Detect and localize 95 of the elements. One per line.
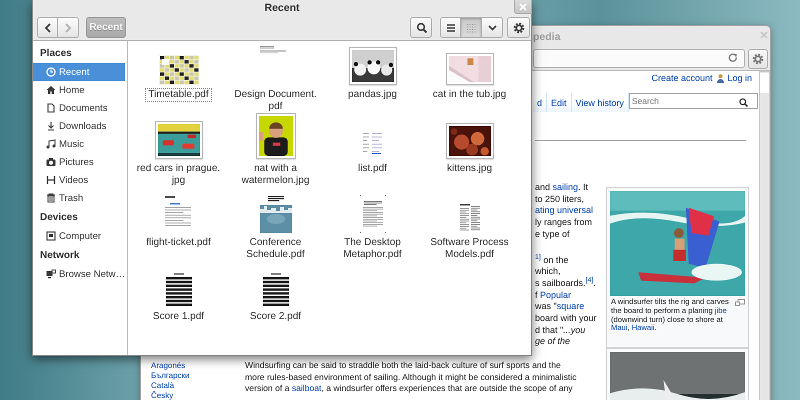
settings-button[interactable] [507,17,530,38]
sidebar-item[interactable]: Computer [33,227,125,245]
file-name: Design Document. pdf [233,88,318,114]
document-thumbnail[interactable] [260,195,292,233]
section-heading: Network [39,249,80,263]
close-icon [519,2,527,10]
text-fragment: to 250 liters, [535,194,584,206]
trash-icon [46,193,56,203]
text-fragment: ly ranges from [535,217,592,229]
reload-icon[interactable] [728,53,738,63]
computer-icon [46,231,56,241]
link[interactable]: sailboat [292,382,322,393]
address-field[interactable] [533,49,745,68]
sidebar-item[interactable]: Music [33,135,125,153]
language-link[interactable]: Български [151,371,190,382]
grid-icon [466,22,476,32]
file-name: Software Process Models.pdf [429,236,510,262]
download-icon [46,121,56,131]
sheet-music-thumbnail[interactable] [262,273,288,307]
file-name: Conference Schedule.pdf [245,236,306,262]
text-fragment: s sailboards.$^{[4]}$. [535,278,596,290]
sidebar-item[interactable]: Browse Netw… [33,265,125,283]
gear-icon [752,52,764,64]
gear-icon [512,22,524,34]
account-link[interactable]: Log in [728,73,752,83]
list-icon [446,22,456,32]
sidebar-item[interactable]: Pictures [33,153,125,171]
page-tab[interactable]: Edit [547,93,572,112]
person-icon [716,74,724,82]
file-name: flight-ticket.pdf [145,236,212,250]
sidebar-item[interactable]: Videos [33,171,125,189]
file-name: red cars in prague. jpg [136,162,222,188]
file-name: nat with a watermelon.jpg [240,162,310,188]
file-name: list.pdf [357,162,388,176]
file-name: kittens.jpg [446,162,494,176]
film-icon [46,175,56,185]
document-icon [46,103,56,113]
text-fragment: was "square [535,301,584,314]
sheet-music-thumbnail[interactable] [166,273,192,307]
search-field[interactable]: Search [628,93,758,109]
scrollbar[interactable] [759,71,770,400]
search-icon [416,22,426,33]
close-button[interactable] [514,0,532,14]
article-paragraph: Windsurfing can be said to straddle both the laid-back culture of surf sports and the more rules-based environment of sailing. Although it might be considered a minimalistic version of a sailboat, a windsurfer offers experiences that are outside the scope of any [245,360,577,394]
text-fragment: $^{1]}$ on the [535,254,568,266]
network-icon [46,269,56,279]
sidebar-item[interactable]: Downloads [33,117,125,135]
section-heading: Places [39,47,72,61]
close-icon [760,31,768,39]
link[interactable]: square [556,301,584,312]
file-name: Timetable.pdf [145,88,212,102]
text-fragment: d that "...you [535,324,586,336]
clock-icon [46,67,56,77]
window-title: pedia [533,30,560,42]
file-name: Score 2.pdf [248,310,302,324]
dropdown-button[interactable] [482,17,503,38]
file-name: The Desktop Metaphor.pdf [342,236,403,262]
search-button[interactable] [410,17,432,38]
text-fragment: e type of [535,228,570,241]
music-note-icon [46,139,56,149]
back-button[interactable] [37,17,58,38]
page-tab[interactable]: d [533,93,548,112]
language-link[interactable]: Česky [151,391,174,400]
reference-link[interactable]: [4] [586,276,594,284]
file-name: Score 1.pdf [152,310,206,324]
document-thumbnail[interactable] [158,55,198,85]
link[interactable]: ating universal [535,205,594,216]
sidebar-item[interactable]: Trash [33,189,125,207]
file-name: pandas.jpg [347,88,398,102]
document-thumbnail[interactable] [458,203,480,233]
page-tab[interactable]: View history [572,93,629,112]
text-fragment: board with your [535,313,597,325]
chevron-icon [44,22,52,32]
reference-link[interactable]: 1] [535,254,541,261]
text-fragment: ge of the [535,336,570,348]
window-title: Recent [264,2,300,14]
language-link[interactable]: Català [151,381,174,392]
chevron-icon [64,22,72,32]
view-button[interactable] [440,17,461,38]
text-fragment: which, [535,266,561,278]
enlarge-icon[interactable] [735,299,745,306]
sidebar-item[interactable]: Documents [33,99,125,117]
account-link[interactable]: Create account [651,73,712,83]
link[interactable]: Popular [540,290,572,300]
link[interactable]: sailing [552,182,578,192]
section-heading: Devices [39,211,78,225]
text-fragment: f Popular [535,290,572,302]
sidebar-item[interactable]: Home [33,81,125,99]
text-fragment: and sailing. It [535,182,588,194]
language-link[interactable]: Aragonés [151,361,186,372]
file-name: cat in the tub.jpg [432,88,508,102]
camera-icon [46,157,56,167]
caret-icon [488,24,496,30]
home-icon [46,85,56,95]
search-icon [739,98,748,107]
